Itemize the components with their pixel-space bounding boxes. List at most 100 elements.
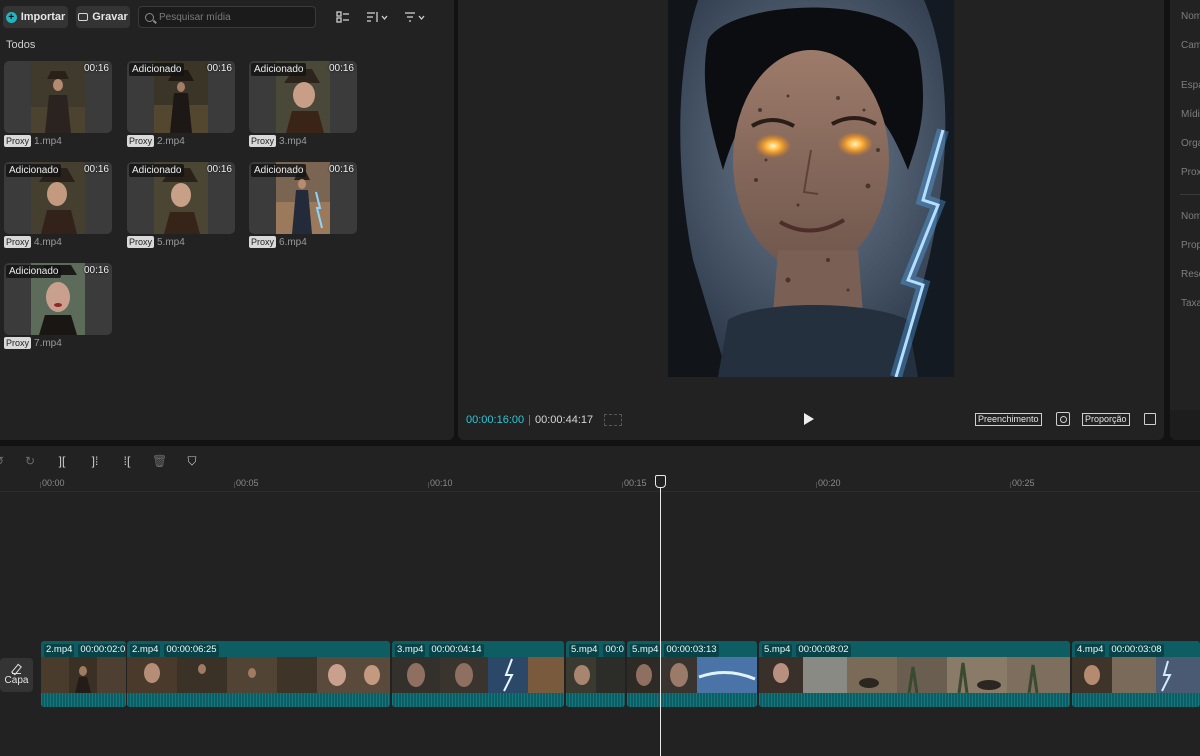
clip-name: 5.mp4 xyxy=(569,644,600,657)
audio-waveform xyxy=(759,693,1070,707)
fill-button[interactable]: Preenchimento xyxy=(975,413,1042,426)
media-item[interactable]: Adicionado 00:16 Proxy 4.mp4 xyxy=(4,162,112,250)
redo-icon[interactable]: ↻ xyxy=(23,454,37,468)
clip-thumbnails xyxy=(41,657,126,693)
media-item[interactable]: 00:16 Proxy 1.mp4 xyxy=(4,61,112,149)
timeline-clip[interactable]: 3.mp4 00:00:04:14 xyxy=(392,641,564,707)
clip-header: 4.mp4 00:00:03:08 xyxy=(1072,641,1167,657)
frame-grid-icon[interactable] xyxy=(604,414,622,426)
sort-icon[interactable] xyxy=(366,10,388,24)
ruler-label: 00:05 xyxy=(236,478,259,488)
clip-frames xyxy=(566,657,625,693)
media-thumbnail: Adicionado 00:16 xyxy=(249,162,357,234)
video-preview[interactable] xyxy=(668,0,954,377)
player-panel: 00:00:16:00 | 00:00:44:17 Preenchimento … xyxy=(458,0,1164,440)
duration-label: 00:16 xyxy=(83,265,109,276)
play-icon[interactable] xyxy=(804,413,814,425)
prop-label: Nom xyxy=(1181,211,1200,222)
aspect-ratio-button[interactable]: Proporção xyxy=(1082,413,1130,426)
import-label: Importar xyxy=(20,11,66,23)
added-badge: Adicionado xyxy=(251,164,307,177)
media-item[interactable]: Adicionado 00:16 Proxy 5.mp4 xyxy=(127,162,235,250)
media-caption: Proxy 6.mp4 xyxy=(249,236,307,248)
timeline-clip[interactable]: 5.mp4 00:00:08:02 xyxy=(759,641,1070,707)
clip-header: 2.mp4 00:00:06:25 xyxy=(127,641,222,657)
clip-frames xyxy=(627,657,757,693)
clip-thumbnails xyxy=(566,657,625,693)
properties-panel: Nom Cam Espa Mídi Orga Prox Nom Prop Res… xyxy=(1170,0,1200,440)
clip-name: 4.mp4 xyxy=(1075,644,1106,657)
prop-label: Espa xyxy=(1181,80,1200,91)
fullscreen-icon[interactable] xyxy=(1144,413,1156,425)
pencil-icon xyxy=(12,665,21,674)
clip-duration: 00:00:08:02 xyxy=(796,644,851,657)
timeline-clip[interactable]: 5.mp4 00:0 xyxy=(566,641,625,707)
timeline-toolbar: ↺ ↻ ][ ]⁞ ⁞[ 🗑 ⛉ xyxy=(0,452,1200,470)
search-icon xyxy=(145,12,154,22)
ruler-label: 00:20 xyxy=(818,478,841,488)
delete-icon[interactable]: 🗑 xyxy=(152,454,167,468)
trim-right-icon[interactable]: ⁞[ xyxy=(120,454,134,468)
total-timecode: 00:00:44:17 xyxy=(535,414,594,426)
media-item[interactable]: Adicionado 00:16 Proxy 6.mp4 xyxy=(249,162,357,250)
media-caption: Proxy 5.mp4 xyxy=(127,236,185,248)
clip-name: 2.mp4 xyxy=(130,644,161,657)
clip-header: 5.mp4 00:00:08:02 xyxy=(759,641,854,657)
media-caption: Proxy 3.mp4 xyxy=(249,135,307,147)
filter-icon[interactable] xyxy=(404,10,426,24)
duration-label: 00:16 xyxy=(206,164,232,175)
prop-label: Taxa xyxy=(1181,298,1200,309)
media-thumbnail: 00:16 xyxy=(4,61,112,133)
record-button[interactable]: Gravar xyxy=(76,6,130,28)
timecode-separator: | xyxy=(528,414,531,426)
view-toggle-icon[interactable] xyxy=(336,10,350,24)
ruler-label: 00:15 xyxy=(624,478,647,488)
cover-label: Capa xyxy=(4,674,29,686)
duration-label: 00:16 xyxy=(328,164,354,175)
timeline-ruler[interactable]: 00:00 00:05 00:10 00:15 00:20 00:25 xyxy=(0,474,1200,492)
current-timecode: 00:00:16:00 xyxy=(466,414,525,426)
playhead-line[interactable] xyxy=(660,482,661,756)
player-controls: 00:00:16:00 | 00:00:44:17 Preenchimento … xyxy=(458,410,1164,430)
search-input[interactable] xyxy=(159,11,309,23)
clip-thumbnails xyxy=(1072,657,1200,693)
timeline-clip[interactable]: 2.mp4 00:00:06:25 xyxy=(127,641,390,707)
ruler-tick xyxy=(40,482,41,488)
video-editor-app: + Importar Gravar Todos xyxy=(0,0,1200,756)
clip-frames xyxy=(1072,657,1200,693)
duration-label: 00:16 xyxy=(83,63,109,74)
timeline-panel: ↺ ↻ ][ ]⁞ ⁞[ 🗑 ⛉ 00:00 00:05 00:10 00:15… xyxy=(0,446,1200,756)
media-search[interactable] xyxy=(138,6,316,28)
prop-label: Cam xyxy=(1181,40,1200,51)
cover-button[interactable]: Capa xyxy=(0,658,33,692)
media-thumbnail: Adicionado 00:16 xyxy=(127,162,235,234)
media-item[interactable]: Adicionado 00:16 Proxy 2.mp4 xyxy=(127,61,235,149)
screenshot-icon[interactable] xyxy=(1056,412,1070,426)
clip-duration: 00:00:02:0 xyxy=(78,644,126,657)
import-button[interactable]: + Importar xyxy=(3,6,68,28)
media-caption: Proxy 7.mp4 xyxy=(4,337,62,349)
timeline-clip[interactable]: 4.mp4 00:00:03:08 xyxy=(1072,641,1200,707)
clip-name: 5.mp4 xyxy=(762,644,793,657)
timeline-clip[interactable]: 5.mp4 00:00:03:13 xyxy=(627,641,757,707)
added-badge: Adicionado xyxy=(129,63,185,76)
marker-icon[interactable]: ⛉ xyxy=(185,454,199,468)
timeline-clip[interactable]: 2.mp4 00:00:02:0 xyxy=(41,641,126,707)
media-item[interactable]: Adicionado 00:16 Proxy 3.mp4 xyxy=(249,61,357,149)
media-item[interactable]: Adicionado 00:16 Proxy 7.mp4 xyxy=(4,263,112,351)
record-label: Gravar xyxy=(92,11,128,23)
clip-duration: 00:0 xyxy=(603,644,625,657)
proxy-badge: Proxy xyxy=(4,236,32,248)
file-name: 7.mp4 xyxy=(34,337,62,349)
playhead-handle[interactable] xyxy=(655,475,666,488)
prop-label: Prop xyxy=(1181,240,1200,251)
media-thumbnail: Adicionado 00:16 xyxy=(4,162,112,234)
undo-icon[interactable]: ↺ xyxy=(0,454,6,468)
clip-thumbnails xyxy=(627,657,757,693)
ruler-tick xyxy=(622,482,623,488)
split-icon[interactable]: ][ xyxy=(55,454,69,468)
clip-duration: 00:00:04:14 xyxy=(429,644,484,657)
ruler-tick xyxy=(428,482,429,488)
trim-left-icon[interactable]: ]⁞ xyxy=(88,454,102,468)
media-thumbnail: Adicionado 00:16 xyxy=(249,61,357,133)
